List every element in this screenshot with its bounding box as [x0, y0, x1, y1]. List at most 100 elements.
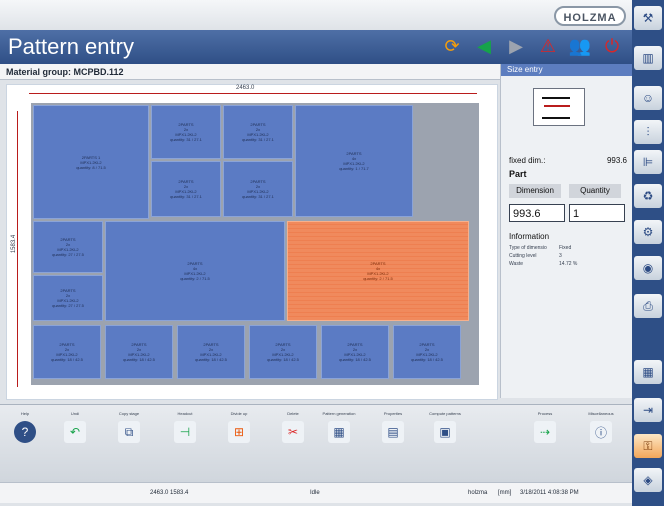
part-piece-label: 2PARTS 4x MPX1.2KL2 quantity: 1 / 71.7 [339, 151, 369, 171]
copy-stage-button[interactable]: Copy stage ⧉ [112, 411, 146, 451]
part-piece[interactable]: 2PARTS 2x MPX1.2KL2 quantity: 31 / 27.1 [223, 161, 293, 217]
operator-icon[interactable]: 👥 [568, 34, 592, 58]
toolbar-button-label: Pattern generation [322, 411, 356, 416]
misc-icon: ⓘ [590, 421, 612, 443]
part-piece[interactable]: 2PARTS 2x MPX1.2KL2 quantity: 18 / 42.5 [321, 325, 389, 379]
info-value: Fixed [559, 245, 572, 251]
part-piece[interactable]: 2PARTS 2x MPX1.2KL2 quantity: 27 / 27.5 [33, 221, 103, 273]
dimension-diagram-part [542, 97, 570, 119]
tool-icon[interactable]: ⚒ [634, 6, 662, 30]
divide-button[interactable]: Divide up ⊞ [222, 411, 256, 451]
forward-arrow-icon[interactable]: ▶ [504, 34, 528, 58]
width-label: 2463.0 [234, 85, 257, 91]
selected-part[interactable]: 2PARTS 4x MPX1.2KL2 quantity: 2 / 71.5 [287, 221, 469, 321]
right-sidebar: ⚒ ▥ ☺ ⫶ ⊫ ♻ ⚙ ◉ ⎙ ▦ ⇥ ⚿ ◈ [632, 0, 664, 506]
toolbar-button-label: Divide up [230, 411, 248, 416]
information-list: Type of dimensio Fixed Cutting level 3 Waste… [509, 245, 629, 269]
pattern-icon[interactable]: ▥ [634, 46, 662, 70]
timer-icon[interactable]: ◉ [634, 256, 662, 280]
quantity-header: Quantity [569, 184, 621, 198]
delete-button[interactable]: Delete ✂ [276, 411, 310, 451]
toolbar-button-label: Miscellaneous [588, 411, 614, 416]
part-piece-label: 2PARTS 2x MPX1.2KL2 quantity: 18 / 42.5 [51, 342, 83, 362]
board-sheet[interactable]: 2PARTS 1 MPX1.2KL2 quantity: 8 / 71.5 2PA… [31, 103, 479, 385]
process-button[interactable]: Process ⇢ [528, 411, 562, 451]
part-piece-label: 2PARTS 2x MPX1.2KL2 quantity: 18 / 42.5 [411, 342, 443, 362]
function-toolbar: Help? Undi ↶ Copy stage ⧉ Headcut ⊣ Divide up ⊞ D… [0, 404, 632, 485]
headcut-button[interactable]: Headcut ⊣ [168, 411, 202, 451]
settings-icon[interactable]: ⚙ [634, 220, 662, 244]
dimension-input[interactable]: 993.6 [509, 204, 565, 222]
part-piece[interactable]: 2PARTS 2x MPX1.2KL2 quantity: 31 / 27.1 [151, 161, 221, 217]
headcut-icon: ⊣ [174, 421, 196, 443]
app-window: HOLZMA Pattern entry ⟳ ◀ ▶ ⚠ 👥 ⏻ Material gro… [0, 0, 633, 506]
info-row: Waste 14.72 % [509, 261, 629, 269]
layers-icon[interactable]: ◈ [634, 468, 662, 492]
title-icon-group: ⟳ ◀ ▶ ⚠ 👥 ⏻ [440, 34, 624, 58]
part-piece-label: 2PARTS 4x MPX1.2KL2 quantity: 2 / 71.5 [363, 261, 393, 281]
part-piece-label: 2PARTS 2x MPX1.2KL2 quantity: 18 / 42.5 [123, 342, 155, 362]
stack-icon[interactable]: ⊫ [634, 150, 662, 174]
properties-icon: ▤ [382, 421, 404, 443]
info-key: Cutting level [509, 253, 537, 259]
part-piece-label: 2PARTS 2x MPX1.2KL2 quantity: 31 / 27.1 [242, 122, 274, 142]
part-piece-label: 2PARTS 2x MPX1.2KL2 quantity: 31 / 27.1 [170, 122, 202, 142]
title-bar: Pattern entry ⟳ ◀ ▶ ⚠ 👥 ⏻ [0, 30, 632, 64]
dimension-header: Dimension [509, 184, 561, 198]
properties-button[interactable]: Properties ▤ [376, 411, 410, 451]
height-dimension: 1583.4 [11, 111, 23, 387]
part-piece[interactable]: 2PARTS 2x MPX1.2KL2 quantity: 27 / 27.5 [33, 275, 103, 321]
stop-icon[interactable]: ⏻ [600, 34, 624, 58]
height-label: 1583.4 [11, 234, 18, 254]
compute-button[interactable]: Compute patterns ▣ [428, 411, 462, 451]
part-piece-label: 2PARTS 2x MPX1.2KL2 quantity: 27 / 27.5 [52, 237, 84, 257]
pattern-button[interactable]: Pattern generation ▦ [322, 411, 356, 451]
tools-icon[interactable]: ⚿ [634, 434, 662, 458]
pattern-canvas[interactable]: 2463.0 1583.4 2PARTS 1 MPX1.2KL2 quantit… [6, 84, 498, 400]
toolbar-button-label: Undi [70, 411, 80, 416]
part-piece[interactable]: 2PARTS 2x MPX1.2KL2 quantity: 18 / 42.5 [177, 325, 245, 379]
help-icon: ? [14, 421, 36, 443]
refresh-icon[interactable]: ⟳ [440, 34, 464, 58]
part-piece[interactable]: 2PARTS 2x MPX1.2KL2 quantity: 18 / 42.5 [393, 325, 461, 379]
status-bar: 2463.0 1583.4 Idle holzma [mm] 3/18/2011… [0, 482, 632, 503]
part-piece[interactable]: 2PARTS 2x MPX1.2KL2 quantity: 18 / 42.5 [33, 325, 101, 379]
undo-button[interactable]: Undi ↶ [58, 411, 92, 451]
operator-icon[interactable]: ☺ [634, 86, 662, 110]
status-datetime: 3/18/2011 4:08:38 PM [520, 490, 579, 496]
panel-header: Size entry [501, 64, 633, 76]
status-coords: 2463.0 1583.4 [150, 490, 189, 496]
toolbar-button-label: Headcut [177, 411, 193, 416]
fixed-dim-value: 993.6 [606, 156, 627, 165]
warning-icon[interactable]: ⚠ [536, 34, 560, 58]
dimension-diagram [533, 88, 585, 126]
part-piece[interactable]: 2PARTS 4x MPX1.2KL2 quantity: 1 / 71.7 [295, 105, 413, 217]
help-button[interactable]: Help? [8, 411, 42, 451]
part-label: Part [509, 169, 527, 179]
part-piece[interactable]: 2PARTS 2x MPX1.2KL2 quantity: 18 / 42.5 [105, 325, 173, 379]
fixed-dim-label: fixed dim.: [509, 156, 546, 165]
part-piece-label: 2PARTS 2x MPX1.2KL2 quantity: 31 / 27.1 [242, 179, 274, 199]
dimension-arrow-icon [544, 105, 570, 107]
process-icon: ⇢ [534, 421, 556, 443]
trash-icon[interactable]: ♻ [634, 184, 662, 208]
part-piece-label: 2PARTS 1 MPX1.2KL2 quantity: 8 / 71.5 [76, 154, 106, 170]
quantity-input[interactable]: 1 [569, 204, 625, 222]
part-piece-label: 2PARTS 2x MPX1.2KL2 quantity: 18 / 42.5 [267, 342, 299, 362]
print-icon[interactable]: ⎙ [634, 294, 662, 318]
back-arrow-icon[interactable]: ◀ [472, 34, 496, 58]
size-entry-panel: Size entry fixed dim.: 993.6 Part Dimens… [500, 64, 633, 398]
compute-icon: ▣ [434, 421, 456, 443]
width-dimension: 2463.0 [29, 85, 477, 99]
part-piece[interactable]: 2PARTS 1 MPX1.2KL2 quantity: 8 / 71.5 [33, 105, 149, 219]
info-value: 14.72 % [559, 261, 578, 267]
part-piece[interactable]: 2PARTS 2x MPX1.2KL2 quantity: 31 / 27.1 [223, 105, 293, 159]
grid-icon[interactable]: ▦ [634, 360, 662, 384]
part-piece[interactable]: 2PARTS 2x MPX1.2KL2 quantity: 18 / 42.5 [249, 325, 317, 379]
part-piece[interactable]: 2PARTS 2x MPX1.2KL2 quantity: 31 / 27.1 [151, 105, 221, 159]
part-piece-label: 2PARTS 2x MPX1.2KL2 quantity: 18 / 42.5 [195, 342, 227, 362]
part-piece[interactable]: 2PARTS 4x MPX1.2KL2 quantity: 2 / 71.5 [105, 221, 285, 321]
saw-icon[interactable]: ⫶ [634, 120, 662, 144]
exit-icon[interactable]: ⇥ [634, 398, 662, 422]
misc-button[interactable]: Miscellaneous ⓘ [584, 411, 618, 451]
